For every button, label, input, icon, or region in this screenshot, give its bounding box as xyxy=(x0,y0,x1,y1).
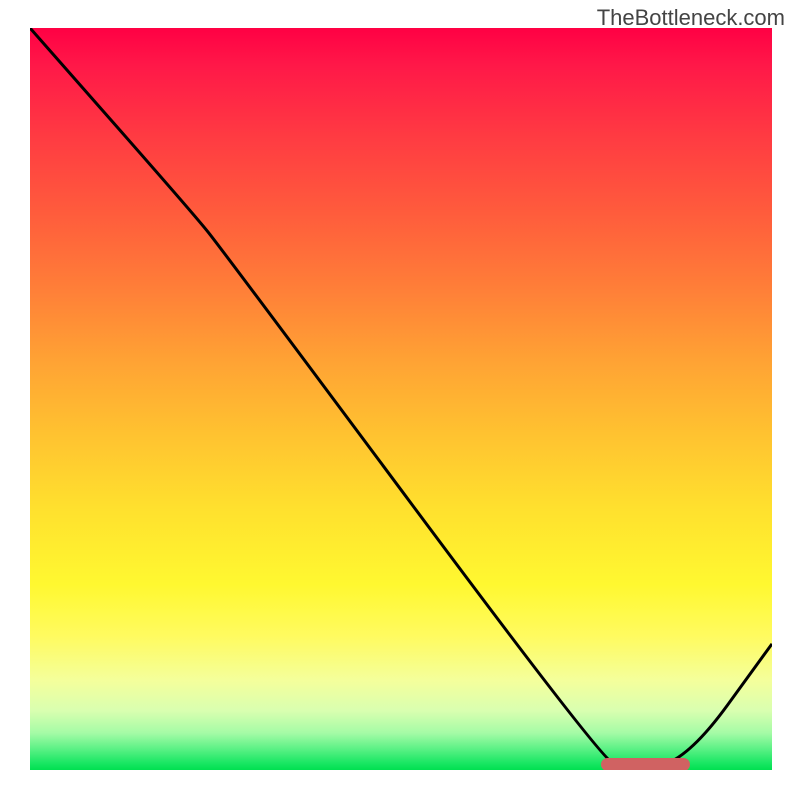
chart-area xyxy=(30,28,772,770)
watermark-label: TheBottleneck.com xyxy=(597,5,785,31)
bottleneck-curve xyxy=(30,28,772,770)
optimal-range-marker xyxy=(601,758,690,770)
chart-container: TheBottleneck.com xyxy=(0,0,800,800)
